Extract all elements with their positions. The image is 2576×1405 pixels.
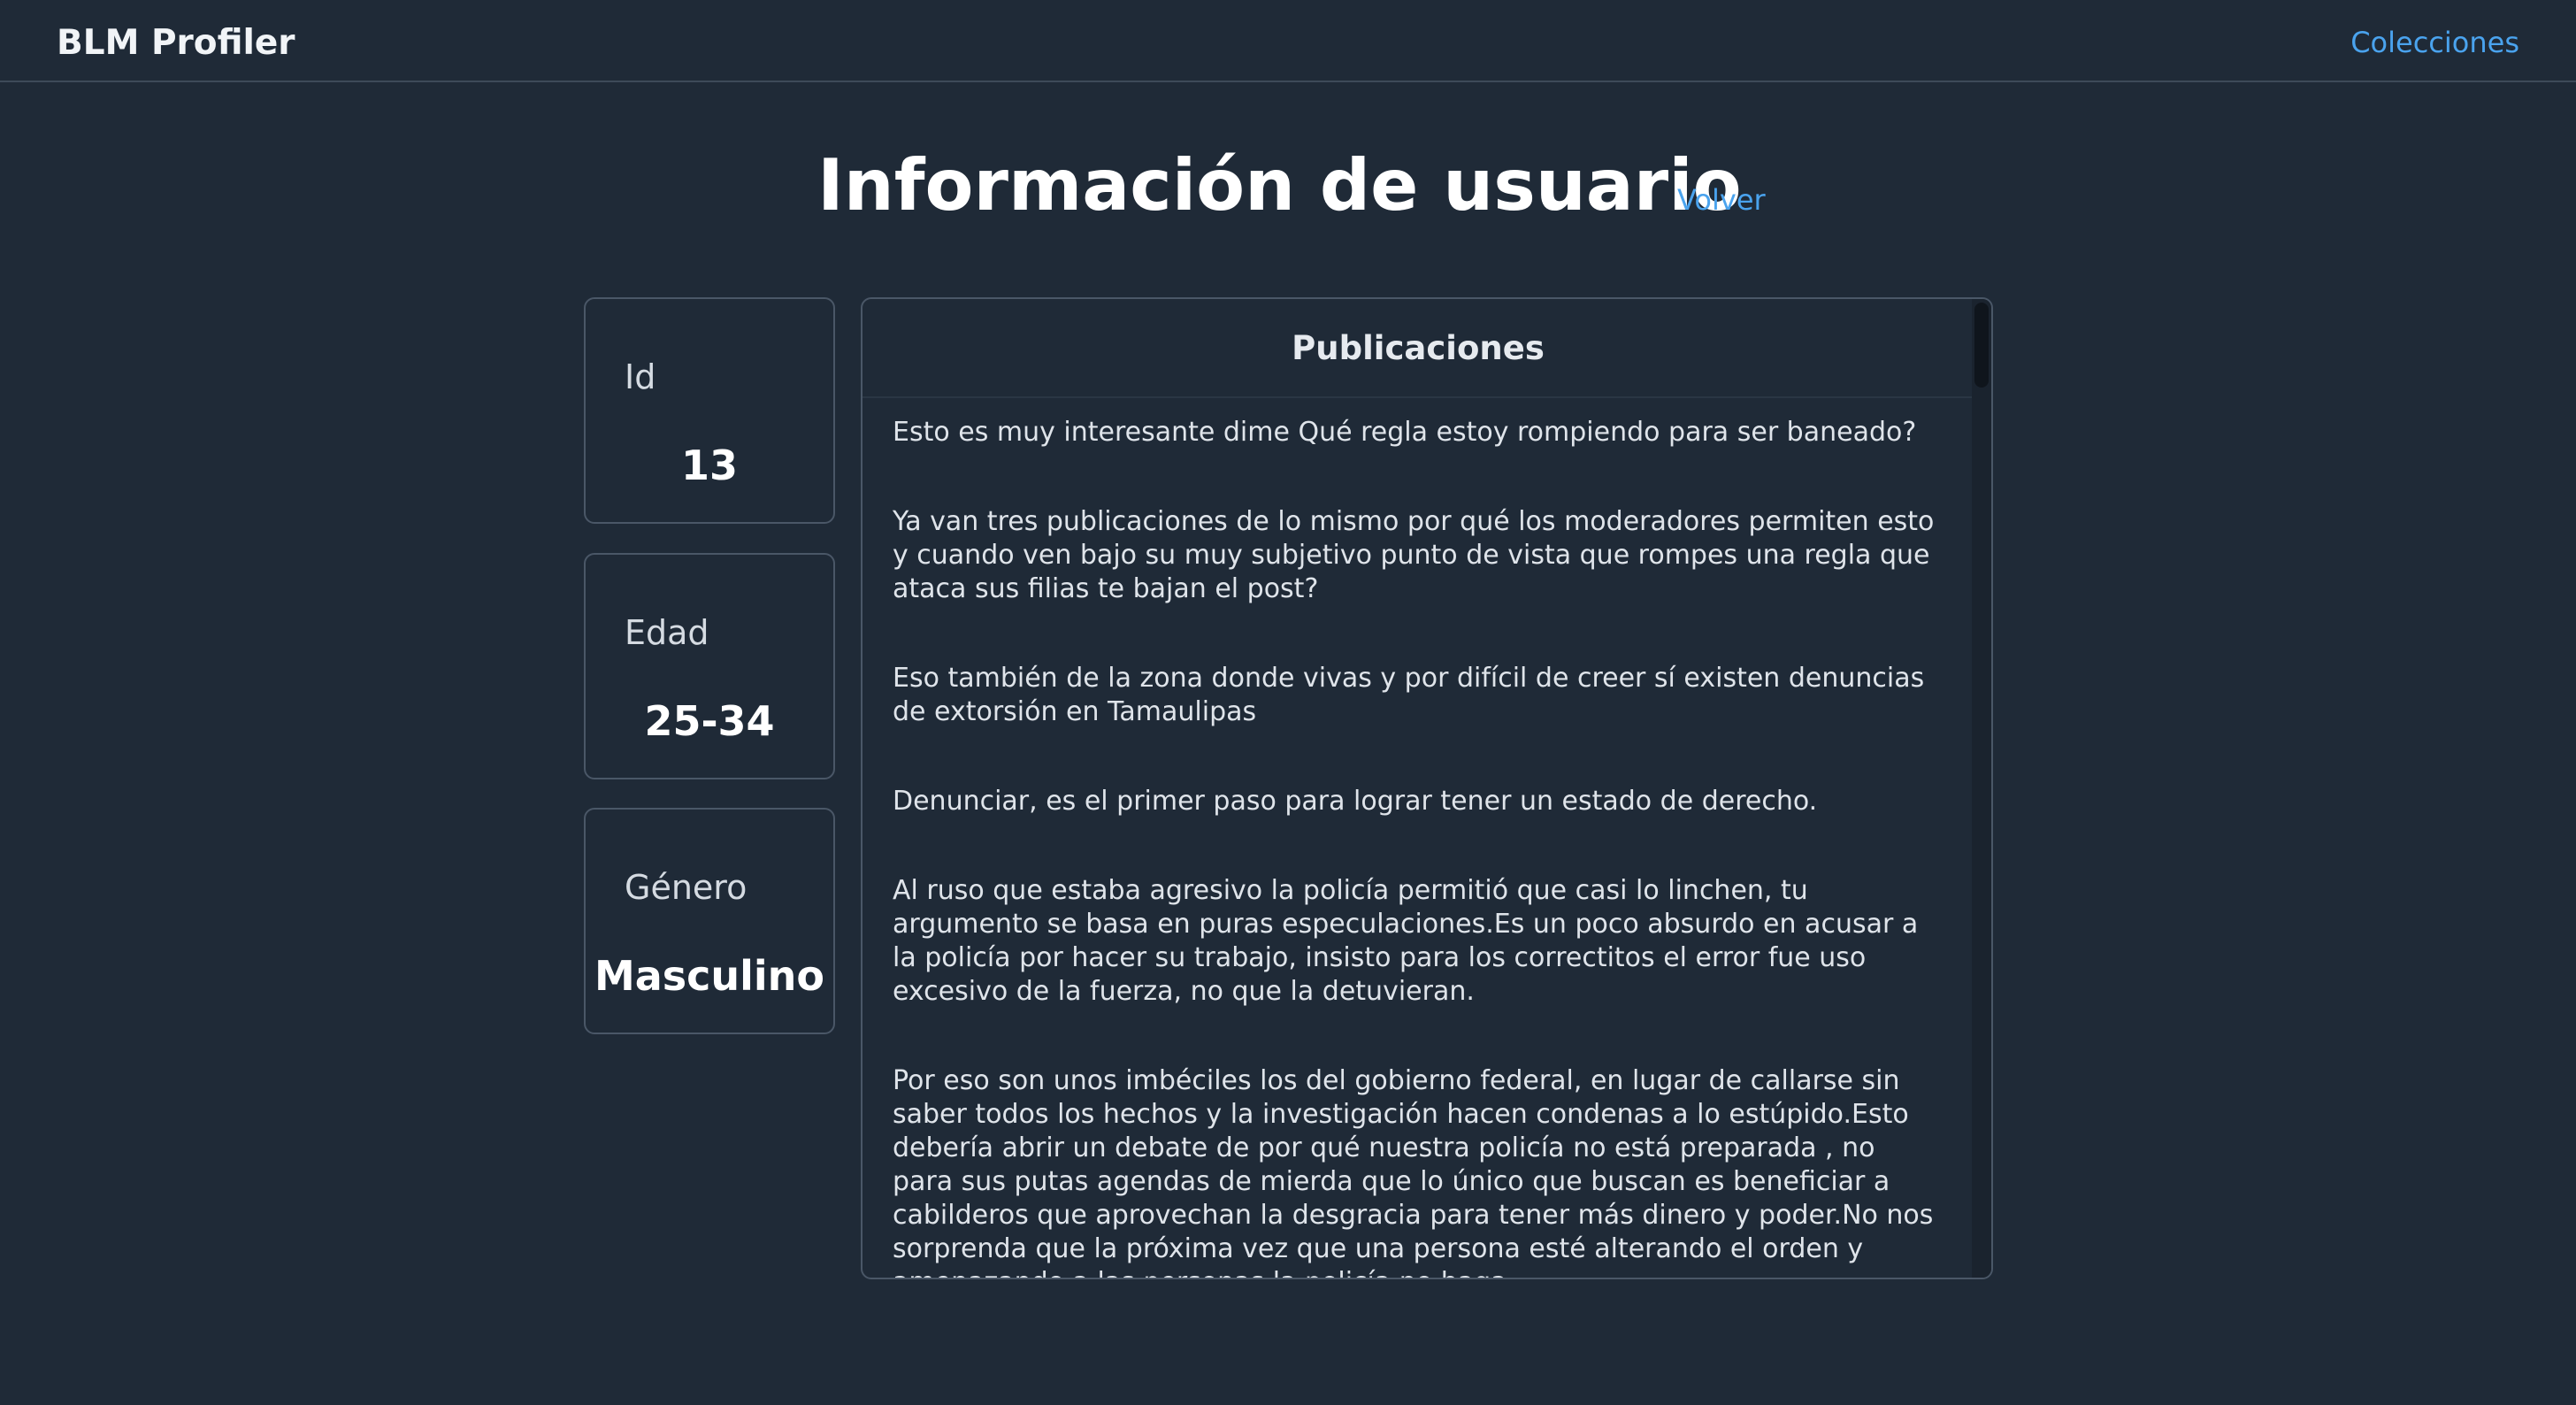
- user-age-label: Edad: [625, 613, 709, 652]
- user-id-label: Id: [625, 357, 656, 396]
- post-item: Esto es muy interesante dime Qué regla e…: [893, 417, 1917, 448]
- collections-link[interactable]: Colecciones: [2350, 23, 2519, 62]
- posts-title: Publicaciones: [1292, 329, 1545, 367]
- back-link[interactable]: Volver: [1677, 180, 1766, 219]
- user-gender-label: Género: [625, 868, 748, 907]
- post-item: Al ruso que estaba agresivo la policía p…: [893, 875, 1919, 1007]
- page-title: Información de usuario: [817, 144, 1742, 226]
- post-item: Por eso son unos imbéciles los del gobie…: [893, 1065, 1934, 1278]
- posts-list[interactable]: Esto es muy interesante dime Qué regla e…: [862, 398, 1974, 1278]
- user-id-value: 13: [680, 441, 738, 489]
- posts-scrollbar[interactable]: [1972, 299, 1991, 1278]
- posts-header: Publicaciones: [862, 299, 1974, 398]
- user-gender-card: Género Masculino: [584, 808, 835, 1034]
- user-age-card: Edad 25-34: [584, 553, 835, 779]
- post-item: Eso también de la zona donde vivas y por…: [893, 663, 1925, 727]
- posts-panel[interactable]: Publicaciones Esto es muy interesante di…: [861, 297, 1993, 1279]
- post-item: Denunciar, es el primer paso para lograr…: [893, 786, 1818, 817]
- user-gender-value: Masculino: [594, 952, 825, 1000]
- top-navbar: BLM Profiler Colecciones: [0, 0, 2576, 82]
- user-id-card: Id 13: [584, 297, 835, 524]
- posts-scrollbar-thumb[interactable]: [1974, 303, 1989, 388]
- brand-logo-text[interactable]: BLM Profiler: [57, 21, 295, 65]
- user-age-value: 25-34: [644, 697, 775, 745]
- post-item: Ya van tres publicaciones de lo mismo po…: [893, 506, 1935, 604]
